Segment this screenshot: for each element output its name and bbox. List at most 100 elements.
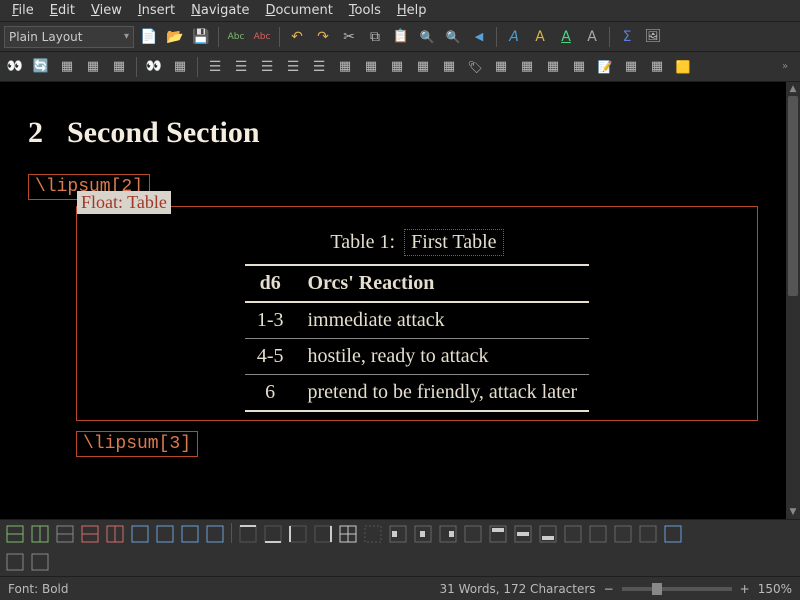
add-col-left-button[interactable] (54, 523, 76, 545)
increase-depth-button[interactable] (308, 56, 330, 78)
menu-help[interactable]: Help (389, 1, 435, 20)
align-left-button[interactable] (387, 523, 409, 545)
move-col-left-button[interactable] (179, 523, 201, 545)
table-cell[interactable]: 4-5 (245, 339, 296, 375)
view-source-button[interactable] (82, 56, 104, 78)
border-left-button[interactable] (287, 523, 309, 545)
valign-bottom-button[interactable] (537, 523, 559, 545)
scroll-thumb[interactable] (788, 96, 798, 296)
insert-footnote-button[interactable] (594, 56, 616, 78)
menu-file[interactable]: File (4, 1, 42, 20)
insert-crossref-button[interactable] (490, 56, 512, 78)
section-button[interactable] (334, 56, 356, 78)
table-cell[interactable]: immediate attack (295, 302, 589, 339)
menu-edit[interactable]: Edit (42, 1, 83, 20)
toggle3-button[interactable] (412, 56, 434, 78)
border-bottom-button[interactable] (262, 523, 284, 545)
insert-margin-note-button[interactable] (620, 56, 642, 78)
noun-style-button[interactable] (529, 26, 551, 48)
rotate-table-button[interactable] (587, 523, 609, 545)
zoom-out-button[interactable]: − (604, 582, 614, 596)
find-replace-button[interactable] (416, 26, 438, 48)
float-label[interactable]: Float: Table (77, 191, 171, 214)
multicolumn-button[interactable] (612, 523, 634, 545)
add-row-below-button[interactable] (29, 523, 51, 545)
border-none-button[interactable] (362, 523, 384, 545)
table-header-cell[interactable]: Orcs' Reaction (295, 265, 589, 302)
rotate-cell-button[interactable] (562, 523, 584, 545)
toolbar-overflow-button[interactable] (774, 56, 796, 78)
zoom-value[interactable]: 150% (758, 582, 792, 596)
paste-button[interactable] (390, 26, 412, 48)
scroll-down-icon[interactable]: ▼ (786, 505, 800, 519)
unset-border-lines-button[interactable] (29, 551, 51, 573)
menu-document[interactable]: Document (257, 1, 340, 20)
table-cell[interactable]: hostile, ready to attack (295, 339, 589, 375)
insert-table-button[interactable] (438, 56, 460, 78)
find-button[interactable] (442, 26, 464, 48)
valign-top-button[interactable] (487, 523, 509, 545)
insert-box-button[interactable] (672, 56, 694, 78)
view-button[interactable] (4, 56, 26, 78)
scroll-up-icon[interactable]: ▲ (786, 82, 800, 96)
redo-button[interactable] (312, 26, 334, 48)
insert-label-button[interactable] (464, 56, 486, 78)
ert-inset-lipsum3[interactable]: \lipsum[3] (76, 431, 198, 457)
set-border-lines-button[interactable] (4, 551, 26, 573)
toggle2-button[interactable] (386, 56, 408, 78)
spellcheck-on-button[interactable] (225, 26, 247, 48)
table-float[interactable]: Float: Table Table 1: First Table d6 Orc… (76, 206, 758, 421)
document-canvas[interactable]: 2Second Section \lipsum[2] Float: Table … (0, 82, 786, 519)
view-pdf-button[interactable] (169, 56, 191, 78)
delete-row-button[interactable] (79, 523, 101, 545)
view-master-button[interactable] (56, 56, 78, 78)
table[interactable]: d6 Orcs' Reaction 1-3 immediate attack 4… (245, 264, 589, 412)
spellcheck-continuous-button[interactable] (251, 26, 273, 48)
menu-view[interactable]: View (83, 1, 130, 20)
zoom-slider-knob[interactable] (652, 583, 662, 595)
table-cell[interactable]: pretend to be friendly, attack later (295, 375, 589, 412)
new-document-button[interactable] (138, 26, 160, 48)
save-button[interactable] (190, 26, 212, 48)
zoom-slider[interactable] (622, 587, 732, 591)
move-row-up-button[interactable] (129, 523, 151, 545)
insert-graphics-button[interactable] (642, 26, 664, 48)
vertical-scrollbar[interactable]: ▲ ▼ (786, 82, 800, 519)
insert-citation-button[interactable] (516, 56, 538, 78)
open-button[interactable] (164, 26, 186, 48)
emphasis-button[interactable] (503, 26, 525, 48)
numbered-list-button[interactable] (204, 56, 226, 78)
bullet-list-button[interactable] (230, 56, 252, 78)
insert-math-button[interactable] (616, 26, 638, 48)
scroll-track[interactable] (786, 96, 800, 505)
paragraph-layout-select[interactable]: Plain Layout (4, 26, 134, 48)
cut-button[interactable] (338, 26, 360, 48)
insert-note-button[interactable] (646, 56, 668, 78)
section-heading[interactable]: 2Second Section (28, 116, 758, 150)
view-other-button[interactable] (108, 56, 130, 78)
table-caption[interactable]: Table 1: First Table (77, 229, 757, 256)
menu-insert[interactable]: Insert (130, 1, 183, 20)
copy-button[interactable] (364, 26, 386, 48)
border-all-button[interactable] (337, 523, 359, 545)
navigate-back-button[interactable] (468, 26, 490, 48)
table-header-cell[interactable]: d6 (245, 265, 296, 302)
menu-tools[interactable]: Tools (341, 1, 389, 20)
move-row-down-button[interactable] (154, 523, 176, 545)
delete-col-button[interactable] (104, 523, 126, 545)
table-cell[interactable]: 1-3 (245, 302, 296, 339)
list-button[interactable] (256, 56, 278, 78)
zoom-in-button[interactable]: + (740, 582, 750, 596)
align-center-button[interactable] (412, 523, 434, 545)
label-style-button[interactable] (555, 26, 577, 48)
valign-middle-button[interactable] (512, 523, 534, 545)
view-dvi-button[interactable] (143, 56, 165, 78)
description-list-button[interactable] (282, 56, 304, 78)
align-decimal-button[interactable] (462, 523, 484, 545)
add-row-above-button[interactable] (4, 523, 26, 545)
border-top-button[interactable] (237, 523, 259, 545)
multirow-button[interactable] (637, 523, 659, 545)
undo-button[interactable] (286, 26, 308, 48)
table-settings-button[interactable] (662, 523, 684, 545)
move-col-right-button[interactable] (204, 523, 226, 545)
